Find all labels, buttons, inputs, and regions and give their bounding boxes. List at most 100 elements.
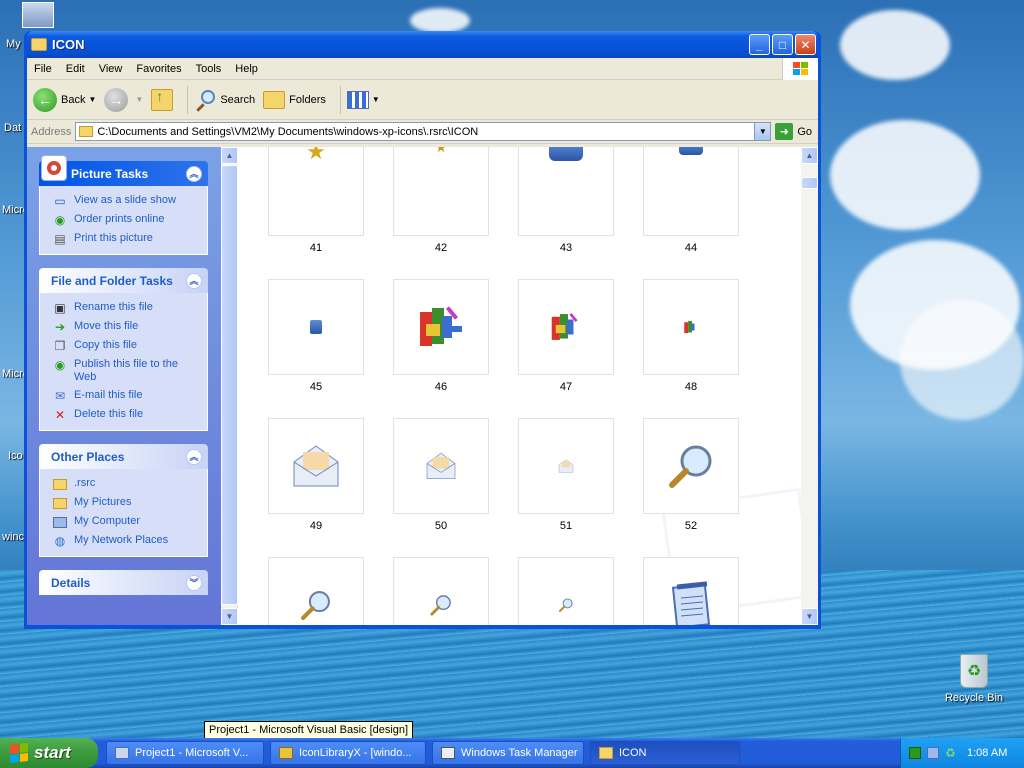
thumbnail-label: 52	[684, 520, 698, 532]
menu-edit[interactable]: Edit	[59, 63, 92, 75]
taskbar-button-task-manager[interactable]: Windows Task Manager	[432, 741, 584, 765]
task-rename[interactable]: ▣ Rename this file	[52, 301, 201, 315]
folders-button[interactable]: Folders	[263, 90, 326, 109]
folder-icon	[52, 477, 68, 491]
place-rsrc[interactable]: .rsrc	[52, 477, 201, 491]
thumbnail-55[interactable]	[518, 557, 614, 625]
views-dropdown-icon[interactable]: ▼	[372, 95, 380, 104]
network-icon[interactable]	[927, 747, 939, 759]
thumbnail-41[interactable]: ★	[268, 147, 364, 236]
task-publish[interactable]: ◉ Publish this file to the Web	[52, 358, 201, 384]
collapse-chevron-icon[interactable]: ︽	[186, 165, 202, 182]
thumbnail-label: 50	[434, 520, 448, 532]
thumbnail-47[interactable]	[518, 279, 614, 375]
thumbnail-54[interactable]	[393, 557, 489, 625]
collapse-chevron-icon[interactable]: ︽	[186, 448, 202, 465]
thumbnail-49[interactable]	[268, 418, 364, 514]
scroll-up-icon[interactable]: ▲	[221, 147, 238, 164]
system-tray: ♻ 1:08 AM	[900, 738, 1024, 768]
scroll-down-icon[interactable]: ▼	[801, 608, 818, 625]
start-button[interactable]: start	[0, 738, 98, 768]
other-places-body: .rsrc My Pictures My Computer ◍ My Networ…	[39, 469, 208, 557]
delete-icon: ✕	[54, 407, 66, 422]
expand-chevron-icon[interactable]: ︾	[186, 574, 202, 591]
folder-icon	[79, 126, 94, 137]
star-icon: ★	[306, 147, 326, 164]
device-small-icon	[679, 147, 703, 155]
thumbnail-52[interactable]	[643, 418, 739, 514]
thumbnail-56[interactable]	[643, 557, 739, 625]
task-copy[interactable]: ❐ Copy this file	[52, 339, 201, 353]
printer-icon: ▤	[54, 231, 66, 246]
tray-app-icon[interactable]	[909, 747, 921, 759]
thumbnail-45[interactable]	[268, 279, 364, 375]
forward-arrow-icon: →	[104, 87, 129, 112]
desktop-label: Ico	[8, 450, 23, 462]
recycle-bin[interactable]: ♻ Recycle Bin	[944, 654, 1004, 704]
go-button[interactable]: ➜ Go	[775, 123, 812, 140]
place-my-computer[interactable]: My Computer	[52, 515, 201, 529]
place-network[interactable]: ◍ My Network Places	[52, 534, 201, 548]
other-places-title: Other Places	[51, 449, 125, 464]
desktop-label: winc	[2, 531, 25, 543]
menu-tools[interactable]: Tools	[189, 63, 229, 75]
task-pane-scrollbar[interactable]: ▲ ▼	[221, 147, 238, 625]
task-slideshow[interactable]: ▭ View as a slide show	[52, 194, 201, 208]
taskbar-button-iconlibrary[interactable]: IconLibraryX - [windo...	[270, 741, 426, 765]
taskbar-button-vb[interactable]: Project1 - Microsoft V...	[106, 741, 264, 765]
back-label: Back	[61, 93, 86, 106]
back-button[interactable]: ← Back ▼	[33, 87, 96, 112]
menu-favorites[interactable]: Favorites	[129, 63, 188, 75]
thumbnail-scrollbar[interactable]: ▲ ▼	[801, 147, 818, 625]
file-tasks-header[interactable]: File and Folder Tasks ︽	[39, 268, 208, 293]
recycle-tray-icon[interactable]: ♻	[945, 747, 957, 759]
thumbnail-50[interactable]	[393, 418, 489, 514]
task-move[interactable]: ➔ Move this file	[52, 320, 201, 334]
forward-dropdown-icon[interactable]: ▼	[135, 95, 143, 104]
up-folder-button[interactable]: ↑	[151, 88, 174, 111]
menu-help[interactable]: Help	[228, 63, 265, 75]
thumbnail-46[interactable]	[393, 279, 489, 375]
task-print[interactable]: ▤ Print this picture	[52, 232, 201, 246]
minimize-button[interactable]: _	[749, 34, 770, 55]
thumbnail-51[interactable]	[518, 418, 614, 514]
scroll-thumb[interactable]	[801, 177, 818, 189]
thumbnail-43[interactable]	[518, 147, 614, 236]
desktop-my-computer-icon[interactable]	[22, 2, 54, 28]
scroll-up-icon[interactable]: ▲	[801, 147, 818, 164]
menu-file[interactable]: File	[27, 63, 59, 75]
go-label: Go	[797, 125, 812, 138]
scroll-down-icon[interactable]: ▼	[221, 608, 238, 625]
envelope-small-icon	[558, 459, 574, 473]
collapse-chevron-icon[interactable]: ︽	[186, 272, 202, 289]
details-header[interactable]: Details ︾	[39, 570, 208, 595]
menu-view[interactable]: View	[92, 63, 130, 75]
back-dropdown-icon[interactable]: ▼	[88, 95, 96, 104]
thumbnail-48[interactable]	[643, 279, 739, 375]
title-bar[interactable]: ICON _ □ ✕	[27, 31, 818, 58]
close-button[interactable]: ✕	[795, 34, 816, 55]
search-button[interactable]: Search	[194, 89, 255, 112]
vb-icon	[115, 747, 129, 759]
thumbnail-42[interactable]: ★	[393, 147, 489, 236]
thumbnail-53[interactable]	[268, 557, 364, 625]
address-dropdown-icon[interactable]: ▼	[754, 123, 771, 140]
task-email[interactable]: ✉ E-mail this file	[52, 389, 201, 403]
task-delete[interactable]: ✕ Delete this file	[52, 408, 201, 422]
picture-tasks-header[interactable]: Picture Tasks ︽	[39, 155, 208, 186]
clock[interactable]: 1:08 AM	[967, 747, 1007, 759]
thumbnail-label: 42	[434, 242, 448, 254]
task-order-prints[interactable]: ◉ Order prints online	[52, 213, 201, 227]
maximize-button[interactable]: □	[772, 34, 793, 55]
taskbar-button-icon-folder[interactable]: ICON	[590, 741, 740, 765]
address-path: C:\Documents and Settings\VM2\My Documen…	[97, 125, 479, 138]
address-input[interactable]: C:\Documents and Settings\VM2\My Documen…	[75, 122, 772, 141]
forward-button[interactable]: → ▼	[104, 87, 143, 112]
other-places-header[interactable]: Other Places ︽	[39, 444, 208, 469]
thumbnail-label: 49	[309, 520, 323, 532]
views-button[interactable]: ▼	[346, 90, 380, 109]
place-my-pictures[interactable]: My Pictures	[52, 496, 201, 510]
scroll-thumb[interactable]	[221, 165, 238, 605]
recycle-bin-label: Recycle Bin	[944, 692, 1004, 704]
thumbnail-44[interactable]	[643, 147, 739, 236]
